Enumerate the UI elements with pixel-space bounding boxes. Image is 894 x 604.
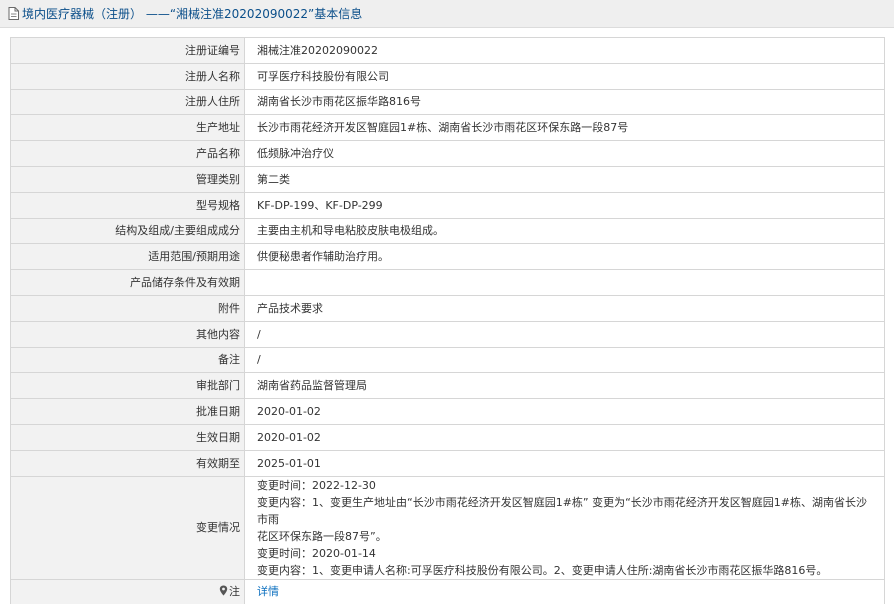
change-history-line: 变更内容：1、变更申请人名称:可孚医疗科技股份有限公司。2、变更申请人住所:湖南… xyxy=(257,563,828,577)
field-row-note: 注 详情 xyxy=(10,578,885,604)
field-value: 主要由主机和导电粘胶皮肤电极组成。 xyxy=(244,217,885,245)
field-row-effective-date: 生效日期 2020-01-02 xyxy=(10,423,885,451)
field-value: 详情 xyxy=(244,578,885,604)
field-row-remark: 备注 / xyxy=(10,346,885,374)
field-row-changes: 变更情况 变更时间：2022-12-30 变更内容：1、变更生产地址由“长沙市雨花经… xyxy=(10,475,885,580)
field-value: 产品技术要求 xyxy=(244,294,885,322)
field-label: 注册人住所 xyxy=(10,88,245,116)
field-value: / xyxy=(244,346,885,374)
field-label: 变更情况 xyxy=(10,475,245,580)
field-value: 2025-01-01 xyxy=(244,449,885,477)
field-label: 生产地址 xyxy=(10,114,245,142)
change-history: 变更时间：2022-12-30 变更内容：1、变更生产地址由“长沙市雨花经济开发区… xyxy=(244,475,885,580)
field-value: / xyxy=(244,320,885,348)
field-value: 2020-01-02 xyxy=(244,398,885,425)
field-row-structure: 结构及组成/主要组成成分 主要由主机和导电粘胶皮肤电极组成。 xyxy=(10,217,885,245)
field-label: 生效日期 xyxy=(10,423,245,451)
field-value: 可孚医疗科技股份有限公司 xyxy=(244,62,885,90)
field-value: 湖南省药品监督管理局 xyxy=(244,372,885,400)
field-value: 供便秘患者作辅助治疗用。 xyxy=(244,243,885,271)
field-label: 适用范围/预期用途 xyxy=(10,243,245,271)
field-value: 2020-01-02 xyxy=(244,423,885,451)
note-marker-icon xyxy=(219,585,228,596)
field-value: 长沙市雨花经济开发区智庭园1#栋、湖南省长沙市雨花区环保东路一段87号 xyxy=(244,114,885,142)
field-value xyxy=(244,269,885,296)
field-label: 注册证编号 xyxy=(10,37,245,64)
field-label: 型号规格 xyxy=(10,191,245,219)
field-row-reg-no: 注册证编号 湘械注准20202090022 xyxy=(10,37,885,64)
details-link[interactable]: 详情 xyxy=(257,585,279,598)
field-value: 第二类 xyxy=(244,165,885,193)
field-label: 注 xyxy=(10,578,245,604)
change-history-line: 变更内容：1、变更生产地址由“长沙市雨花经济开发区智庭园1#栋” 变更为“长沙市… xyxy=(257,495,868,526)
field-row-registrant-address: 注册人住所 湖南省长沙市雨花区振华路816号 xyxy=(10,88,885,116)
detail-table: 注册证编号 湘械注准20202090022 注册人名称 可孚医疗科技股份有限公司 注册人… xyxy=(10,37,885,604)
field-label: 产品名称 xyxy=(10,140,245,167)
change-history-line: 变更时间：2020-01-14 xyxy=(257,546,376,560)
document-icon xyxy=(8,7,19,20)
field-row-product-name: 产品名称 低频脉冲治疗仪 xyxy=(10,140,885,167)
field-label: 结构及组成/主要组成成分 xyxy=(10,217,245,245)
field-label: 批准日期 xyxy=(10,398,245,425)
field-label: 审批部门 xyxy=(10,372,245,400)
field-row-storage: 产品储存条件及有效期 xyxy=(10,269,885,296)
field-row-management-class: 管理类别 第二类 xyxy=(10,165,885,193)
field-value: KF-DP-199、KF-DP-299 xyxy=(244,191,885,219)
field-label: 注册人名称 xyxy=(10,62,245,90)
field-row-other: 其他内容 / xyxy=(10,320,885,348)
field-label: 管理类别 xyxy=(10,165,245,193)
page-title: 境内医疗器械（注册） ——“湘械注准20202090022”基本信息 xyxy=(22,7,363,21)
field-row-attachment: 附件 产品技术要求 xyxy=(10,294,885,322)
field-label: 其他内容 xyxy=(10,320,245,348)
field-label: 有效期至 xyxy=(10,449,245,477)
change-history-line: 变更时间：2022-12-30 xyxy=(257,478,376,492)
field-value: 低频脉冲治疗仪 xyxy=(244,140,885,167)
field-label: 产品储存条件及有效期 xyxy=(10,269,245,296)
field-row-registrant: 注册人名称 可孚医疗科技股份有限公司 xyxy=(10,62,885,90)
field-row-production-address: 生产地址 长沙市雨花经济开发区智庭园1#栋、湖南省长沙市雨花区环保东路一段87号 xyxy=(10,114,885,142)
field-row-intended-use: 适用范围/预期用途 供便秘患者作辅助治疗用。 xyxy=(10,243,885,271)
field-row-approval-date: 批准日期 2020-01-02 xyxy=(10,398,885,425)
field-value: 湘械注准20202090022 xyxy=(244,37,885,64)
change-history-line: 花区环保东路一段87号”。 xyxy=(257,529,387,543)
note-label: 注 xyxy=(229,585,240,599)
field-row-model-spec: 型号规格 KF-DP-199、KF-DP-299 xyxy=(10,191,885,219)
field-row-expiry-date: 有效期至 2025-01-01 xyxy=(10,449,885,477)
field-label: 附件 xyxy=(10,294,245,322)
field-value: 湖南省长沙市雨花区振华路816号 xyxy=(244,88,885,116)
page-header: 境内医疗器械（注册） ——“湘械注准20202090022”基本信息 xyxy=(0,0,894,28)
field-row-approval-dept: 审批部门 湖南省药品监督管理局 xyxy=(10,372,885,400)
field-label: 备注 xyxy=(10,346,245,374)
